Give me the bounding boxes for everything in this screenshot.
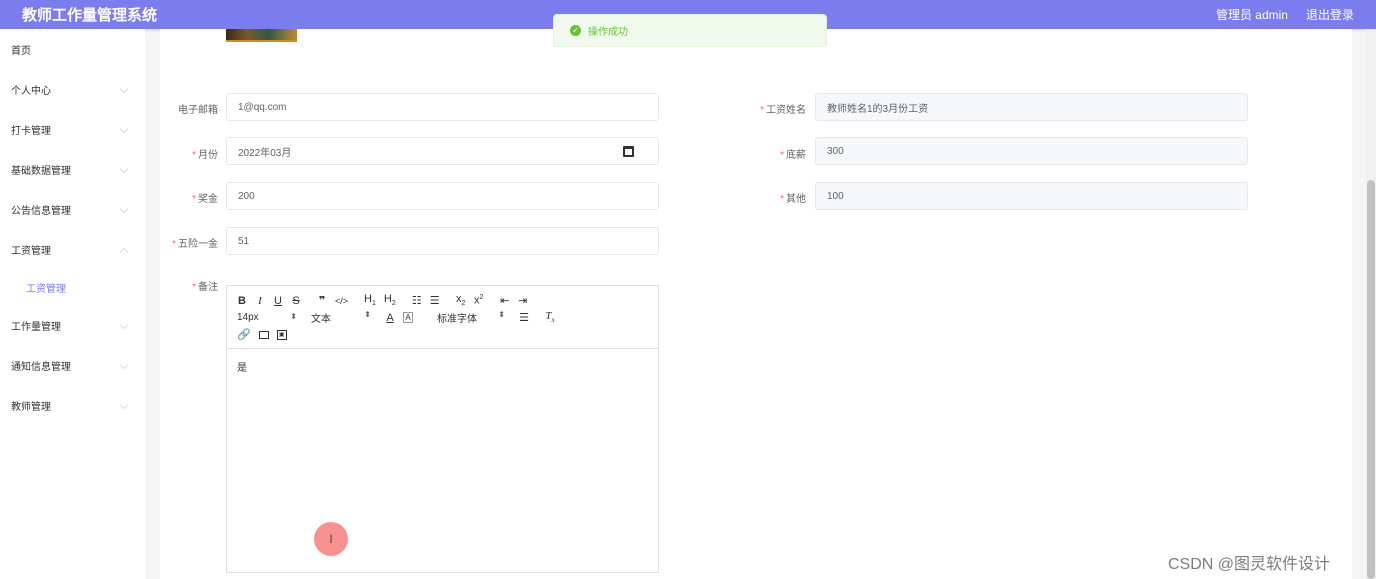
underline-icon[interactable]: U: [273, 295, 283, 307]
month-date-field[interactable]: 2022年03月: [226, 137, 659, 165]
cursor-highlight: I: [314, 522, 348, 556]
sidebar-item-basic-data[interactable]: 基础数据管理: [0, 149, 145, 189]
font-color-icon[interactable]: A: [385, 312, 395, 324]
outdent-icon[interactable]: ⇤: [500, 294, 510, 307]
font-size-select[interactable]: 14px ⬍: [237, 312, 297, 323]
indent-icon[interactable]: ⇥: [518, 294, 528, 307]
superscript-icon[interactable]: x2: [474, 294, 484, 307]
sidebar-item-salary[interactable]: 工资管理: [0, 229, 145, 269]
other-label: * 其他: [780, 194, 806, 205]
chevron-down-icon: [119, 84, 129, 94]
salary-name-field[interactable]: 教师姓名1的3月份工资: [815, 93, 1248, 121]
bonus-label: * 奖金: [192, 194, 218, 205]
sidebar-item-checkin[interactable]: 打卡管理: [0, 109, 145, 149]
background-color-icon[interactable]: A: [403, 312, 413, 323]
chevron-down-icon: [119, 400, 129, 410]
editor-toolbar: B I U S ❞ </> H1 H2 ☷ ☰ x2 x2 ⇤ ⇥ 14px ⬍ …: [227, 286, 658, 349]
month-label: * 月份: [192, 150, 218, 161]
sidebar-subitem-salary-manage[interactable]: 工资管理: [0, 269, 145, 305]
calendar-icon[interactable]: [623, 146, 634, 157]
sidebar-item-label: 个人中心: [11, 85, 51, 97]
sidebar-item-home[interactable]: 首页: [0, 29, 145, 69]
remark-label: * 备注: [192, 282, 218, 293]
blockquote-icon[interactable]: ❞: [317, 294, 327, 307]
rich-text-editor: B I U S ❞ </> H1 H2 ☷ ☰ x2 x2 ⇤ ⇥ 14px ⬍ …: [226, 285, 659, 573]
subscript-icon[interactable]: x2: [456, 293, 466, 307]
logout-link[interactable]: 退出登录: [1306, 6, 1354, 23]
code-block-icon[interactable]: </>: [335, 296, 348, 306]
chevron-down-icon: [119, 164, 129, 174]
sidebar-item-announcement[interactable]: 公告信息管理: [0, 189, 145, 229]
heading1-icon[interactable]: H1: [364, 293, 376, 307]
success-toast: ✓ 操作成功: [553, 14, 827, 47]
uploaded-image: [226, 29, 297, 42]
video-icon[interactable]: ▣: [276, 329, 287, 340]
check-circle-icon: ✓: [570, 25, 581, 36]
chevron-down-icon: [119, 360, 129, 370]
sidebar-item-label: 通知信息管理: [11, 361, 71, 373]
email-field[interactable]: 1@qq.com: [226, 93, 659, 121]
chevron-down-icon: [119, 320, 129, 330]
sidebar-item-label: 基础数据管理: [11, 165, 71, 177]
base-salary-label: * 底薪: [780, 150, 806, 161]
italic-icon[interactable]: I: [255, 295, 265, 307]
sidebar-item-workload[interactable]: 工作量管理: [0, 305, 145, 345]
editor-content[interactable]: 是: [227, 349, 658, 384]
font-family-select[interactable]: 标准字体 ⬍: [437, 310, 505, 325]
bonus-field[interactable]: 200: [226, 182, 659, 210]
other-field[interactable]: 100: [815, 182, 1248, 210]
sidebar-item-label: 教师管理: [11, 401, 51, 413]
sidebar-item-personal[interactable]: 个人中心: [0, 69, 145, 109]
sidebar-item-teacher[interactable]: 教师管理: [0, 385, 145, 425]
sidebar-item-notice[interactable]: 通知信息管理: [0, 345, 145, 385]
link-icon[interactable]: 🔗: [237, 328, 251, 341]
ordered-list-icon[interactable]: ☷: [412, 294, 422, 307]
chevron-down-icon: [119, 124, 129, 134]
heading2-icon[interactable]: H2: [384, 293, 396, 307]
text-type-select[interactable]: 文本 ⬍: [311, 310, 371, 325]
scrollbar-thumb[interactable]: [1367, 180, 1375, 579]
strikethrough-icon[interactable]: S: [291, 295, 301, 307]
email-label: 电子邮箱: [178, 105, 218, 116]
sidebar: 首页 个人中心 打卡管理 基础数据管理 公告信息管理 工资管理 工资管理 工作量…: [0, 29, 145, 579]
bold-icon[interactable]: B: [237, 295, 247, 307]
base-salary-field[interactable]: 300: [815, 137, 1248, 165]
bullet-list-icon[interactable]: ☰: [430, 294, 440, 307]
align-icon[interactable]: ☰: [519, 311, 529, 324]
app-title: 教师工作量管理系统: [22, 7, 158, 24]
chevron-up-icon: [119, 247, 129, 257]
sidebar-item-label: 公告信息管理: [11, 205, 71, 217]
sidebar-item-label: 工作量管理: [11, 321, 61, 333]
insurance-field[interactable]: 51: [226, 227, 659, 255]
toast-message: 操作成功: [588, 27, 628, 38]
sidebar-item-label: 打卡管理: [11, 125, 51, 137]
insurance-label: * 五险一金: [172, 239, 218, 250]
month-value: 2022年03月: [238, 147, 292, 159]
sidebar-item-label: 首页: [11, 45, 31, 57]
image-icon[interactable]: [258, 330, 269, 339]
salary-name-label: * 工资姓名: [760, 105, 806, 116]
clear-format-icon[interactable]: Tx: [545, 310, 555, 324]
sidebar-subitem-label: 工资管理: [26, 283, 66, 295]
chevron-down-icon: [119, 204, 129, 214]
sidebar-item-label: 工资管理: [11, 245, 51, 257]
current-user: 管理员 admin: [1215, 8, 1288, 22]
watermark: CSDN @图灵软件设计: [1168, 556, 1331, 573]
